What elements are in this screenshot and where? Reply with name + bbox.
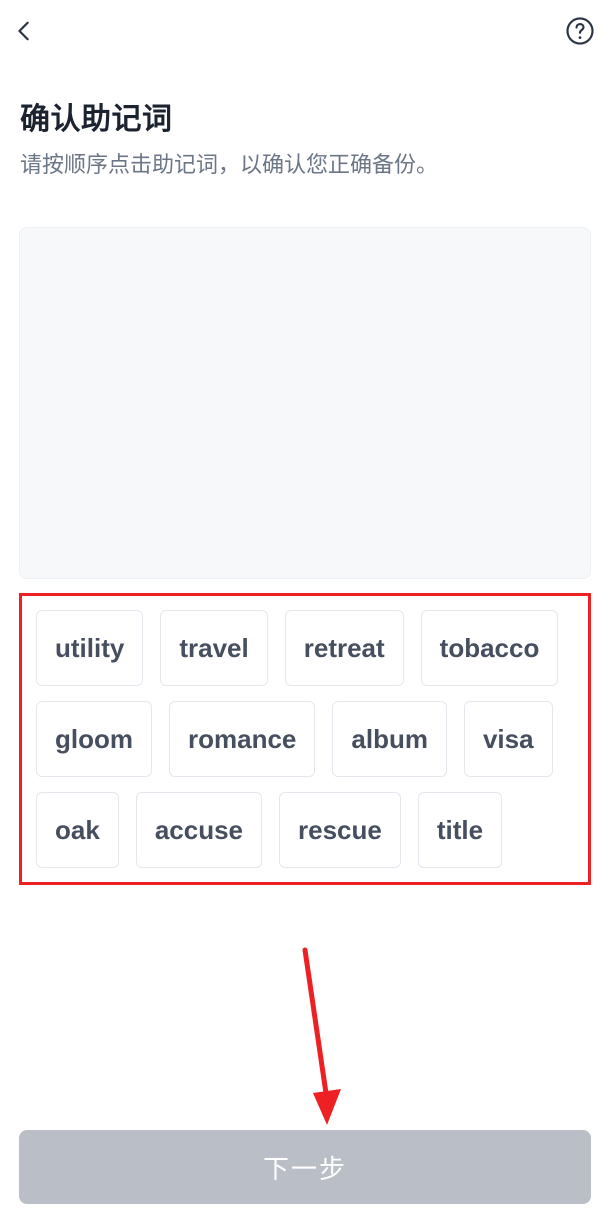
word-chip-rescue[interactable]: rescue	[279, 792, 401, 868]
word-chip-tobacco[interactable]: tobacco	[421, 610, 559, 686]
word-chip-album[interactable]: album	[332, 701, 447, 777]
back-button[interactable]	[6, 13, 42, 49]
word-chip-accuse[interactable]: accuse	[136, 792, 262, 868]
question-circle-icon	[565, 16, 595, 46]
page-title: 确认助记词	[20, 94, 590, 138]
word-chip-title[interactable]: title	[418, 792, 502, 868]
help-button[interactable]	[562, 13, 598, 49]
word-chip-visa[interactable]: visa	[464, 701, 553, 777]
word-chip-utility[interactable]: utility	[36, 610, 143, 686]
word-bank: utility travel retreat tobacco gloom rom…	[19, 593, 591, 885]
word-chip-gloom[interactable]: gloom	[36, 701, 152, 777]
page-subtitle: 请按顺序点击助记词，以确认您正确备份。	[20, 148, 590, 181]
word-chip-retreat[interactable]: retreat	[285, 610, 404, 686]
selected-words-box[interactable]	[19, 227, 591, 579]
chevron-left-icon	[13, 17, 35, 45]
next-button-label: 下一步	[263, 1149, 347, 1186]
arrow-annotation-icon	[295, 945, 355, 1135]
next-button[interactable]: 下一步	[19, 1130, 591, 1204]
word-chip-oak[interactable]: oak	[36, 792, 119, 868]
word-chip-travel[interactable]: travel	[160, 610, 267, 686]
word-chip-romance[interactable]: romance	[169, 701, 315, 777]
